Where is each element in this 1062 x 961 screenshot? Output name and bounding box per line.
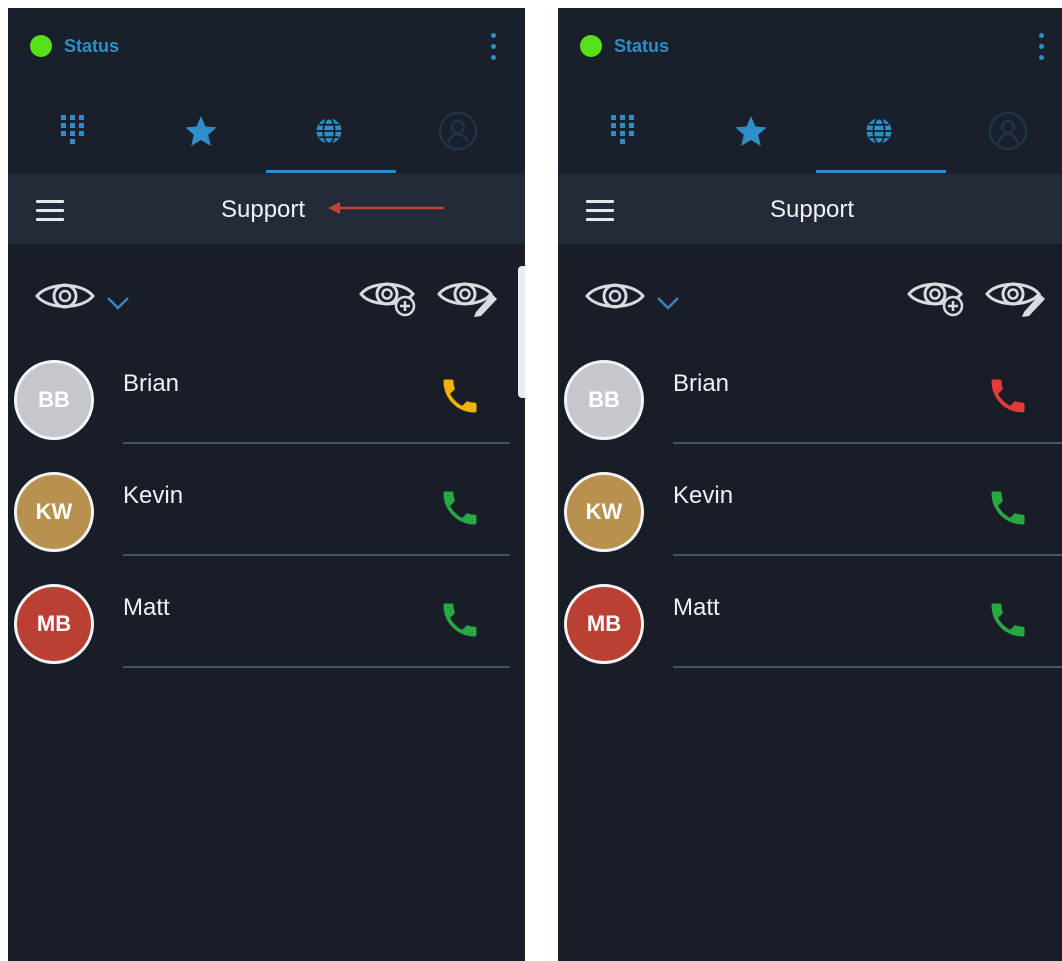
row-divider bbox=[673, 666, 1062, 668]
contact-name: Brian bbox=[673, 370, 730, 397]
contact-row[interactable]: BB Brian bbox=[558, 360, 1062, 472]
tab-favorites[interactable] bbox=[138, 88, 263, 174]
globe-icon bbox=[866, 117, 891, 145]
row-divider bbox=[123, 666, 510, 668]
edit-view-icon[interactable] bbox=[436, 278, 498, 318]
dialpad-icon bbox=[60, 115, 84, 144]
star-icon bbox=[184, 116, 217, 146]
status-label[interactable]: Status bbox=[64, 36, 119, 57]
view-toolbar bbox=[8, 266, 525, 326]
phone-screen-left: Status Support BB Brian KW Kevin MB Matt bbox=[8, 8, 525, 961]
side-drawer-handle[interactable] bbox=[518, 266, 525, 398]
status-label[interactable]: Status bbox=[614, 36, 669, 57]
tab-bar bbox=[558, 88, 1062, 174]
dialpad-icon bbox=[610, 115, 634, 144]
contact-name: Kevin bbox=[673, 482, 734, 509]
add-view-icon[interactable] bbox=[358, 278, 420, 318]
user-icon bbox=[438, 111, 477, 151]
avatar: MB bbox=[564, 584, 644, 664]
hamburger-menu-icon[interactable] bbox=[36, 200, 66, 222]
status-bar: Status bbox=[8, 8, 525, 88]
row-divider bbox=[673, 554, 1062, 556]
tab-bar bbox=[8, 88, 525, 174]
overflow-menu-icon[interactable] bbox=[488, 33, 498, 61]
hamburger-menu-icon[interactable] bbox=[586, 200, 616, 222]
contact-row[interactable]: MB Matt bbox=[8, 584, 525, 696]
contact-name: Matt bbox=[673, 594, 720, 621]
globe-icon bbox=[316, 117, 341, 145]
eye-icon[interactable] bbox=[584, 278, 646, 314]
avatar: KW bbox=[14, 472, 94, 552]
contact-name: Matt bbox=[123, 594, 170, 621]
tab-favorites[interactable] bbox=[688, 88, 813, 174]
user-icon bbox=[988, 111, 1027, 151]
tab-directory[interactable] bbox=[816, 88, 941, 174]
eye-icon[interactable] bbox=[34, 278, 96, 314]
contact-row[interactable]: KW Kevin bbox=[558, 472, 1062, 584]
avatar: BB bbox=[564, 360, 644, 440]
tab-dialpad[interactable] bbox=[560, 88, 685, 174]
row-divider bbox=[673, 442, 1062, 444]
chevron-down-icon[interactable] bbox=[656, 296, 680, 310]
status-bar: Status bbox=[558, 8, 1062, 88]
contact-name: Kevin bbox=[123, 482, 184, 509]
page-title: Support bbox=[770, 196, 855, 223]
phone-icon[interactable] bbox=[986, 374, 1030, 418]
phone-icon[interactable] bbox=[986, 598, 1030, 642]
contact-row[interactable]: KW Kevin bbox=[8, 472, 525, 584]
avatar: MB bbox=[14, 584, 94, 664]
avatar: KW bbox=[564, 472, 644, 552]
active-tab-indicator bbox=[816, 170, 946, 173]
view-toolbar bbox=[558, 266, 1062, 326]
edit-view-icon[interactable] bbox=[984, 278, 1046, 318]
phone-icon[interactable] bbox=[438, 598, 482, 642]
phone-icon[interactable] bbox=[438, 374, 482, 418]
annotation-arrow bbox=[328, 202, 444, 214]
page-title: Support bbox=[221, 196, 306, 223]
contact-row[interactable]: MB Matt bbox=[558, 584, 1062, 696]
phone-icon[interactable] bbox=[438, 486, 482, 530]
avatar: BB bbox=[14, 360, 94, 440]
tab-profile[interactable] bbox=[395, 88, 520, 174]
star-icon bbox=[734, 116, 767, 146]
contact-name: Brian bbox=[123, 370, 180, 397]
add-view-icon[interactable] bbox=[906, 278, 968, 318]
contact-row[interactable]: BB Brian bbox=[8, 360, 525, 472]
phone-icon[interactable] bbox=[986, 486, 1030, 530]
presence-indicator[interactable] bbox=[580, 35, 602, 57]
row-divider bbox=[123, 554, 510, 556]
phone-screen-right: Status Support BB Brian KW Kevin MB Matt bbox=[558, 8, 1062, 961]
tab-dialpad[interactable] bbox=[10, 88, 135, 174]
tab-directory[interactable] bbox=[266, 88, 391, 174]
row-divider bbox=[123, 442, 510, 444]
overflow-menu-icon[interactable] bbox=[1036, 33, 1046, 61]
chevron-down-icon[interactable] bbox=[106, 296, 130, 310]
active-tab-indicator bbox=[266, 170, 396, 173]
tab-profile[interactable] bbox=[945, 88, 1062, 174]
presence-indicator[interactable] bbox=[30, 35, 52, 57]
